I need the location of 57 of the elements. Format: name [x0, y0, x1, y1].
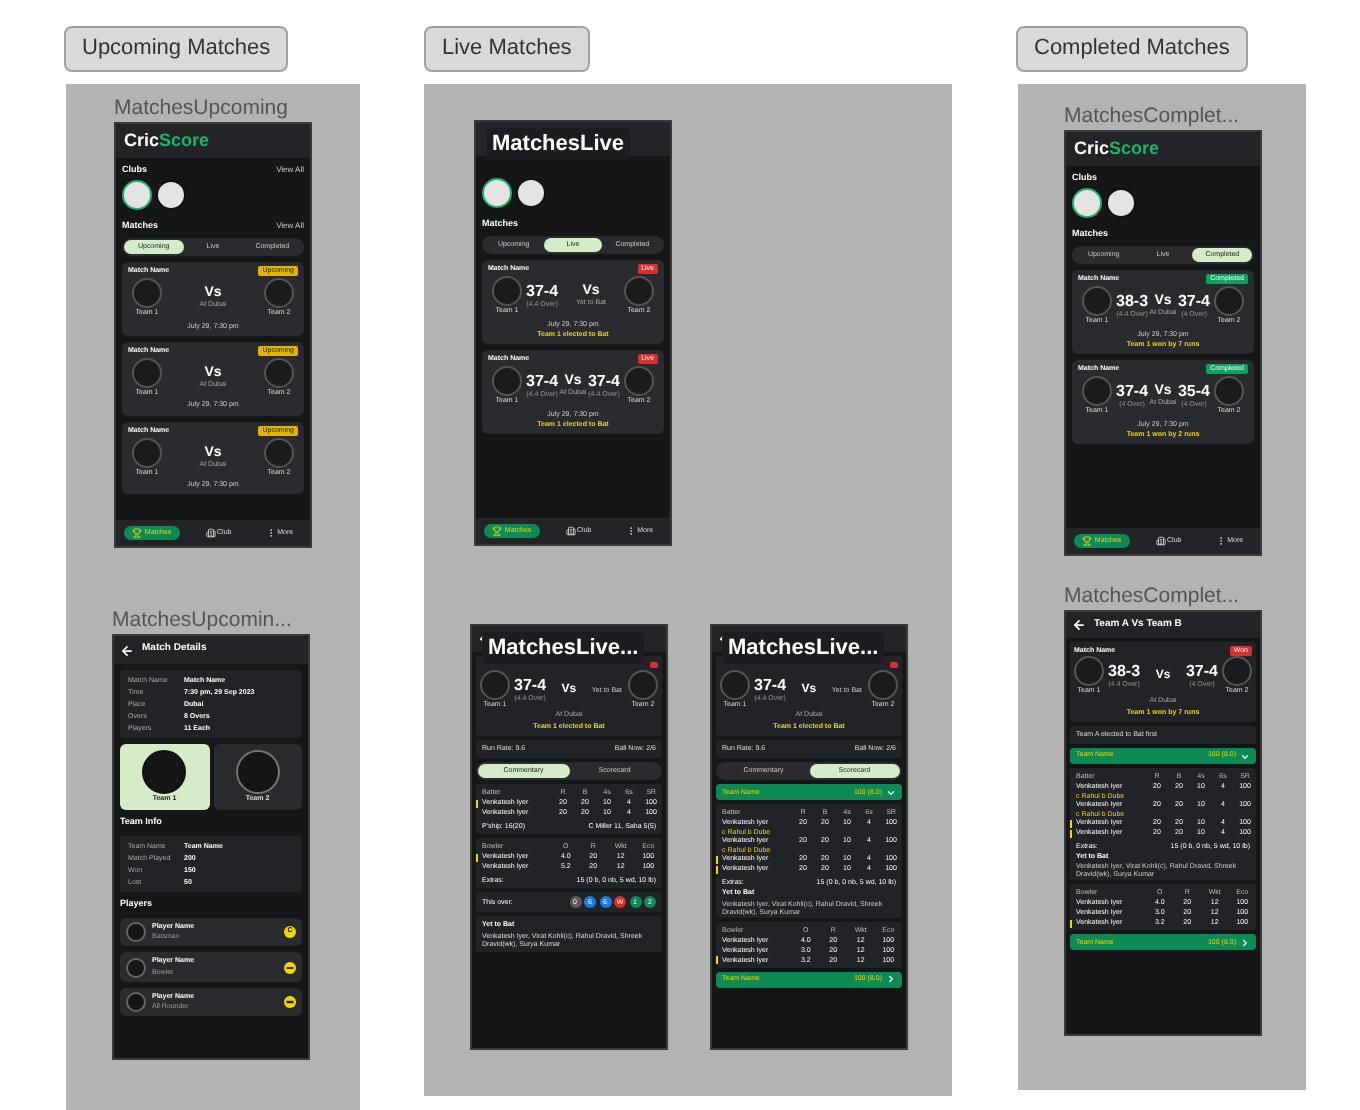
team-score: 35-4	[1177, 383, 1210, 400]
team-logo	[624, 366, 654, 397]
trophy-icon	[1082, 536, 1093, 546]
frame-label: MatchesUpcoming	[114, 96, 288, 122]
team-logo	[492, 276, 522, 307]
trophy-icon	[132, 528, 143, 538]
frame-label: MatchesLive	[486, 128, 631, 160]
team-logo	[264, 278, 294, 309]
club-avatar[interactable]	[482, 178, 512, 208]
building-icon	[205, 528, 216, 538]
team-logo	[1214, 376, 1244, 407]
team-score: 38-3	[1116, 293, 1149, 310]
striker-marker	[716, 956, 718, 964]
frame-label: MatchesComplet...	[1064, 104, 1240, 130]
frame-label: MatchesUpcomin...	[112, 608, 292, 634]
team-logo	[132, 278, 162, 309]
team-score: 37-4	[514, 677, 547, 693]
team-score: 37-4	[1177, 293, 1210, 310]
striker-marker	[476, 799, 478, 808]
team-logo	[1082, 286, 1112, 317]
section-tag: Live Matches	[424, 26, 590, 71]
back-icon[interactable]	[1072, 618, 1086, 632]
team-logo	[132, 358, 162, 388]
trophy-icon	[492, 526, 503, 536]
team-score: 37-4	[587, 373, 620, 390]
club-avatar[interactable]	[1106, 188, 1136, 218]
frame-label: MatchesLive...	[482, 632, 645, 664]
team-logo	[142, 750, 187, 794]
club-avatar[interactable]	[516, 178, 546, 208]
club-avatar[interactable]	[1072, 188, 1102, 218]
striker-marker	[1070, 919, 1072, 928]
section-tag: Completed Matches	[1016, 26, 1248, 71]
team-score: 37-4	[1185, 663, 1218, 679]
team-logo	[264, 358, 294, 388]
club-avatar[interactable]	[156, 180, 186, 210]
app-logo: CricScore	[124, 132, 210, 150]
frame-label: MatchesComplet...	[1064, 584, 1240, 610]
team-logo	[132, 437, 162, 468]
section-tag: Upcoming Matches	[64, 26, 289, 71]
team-logo	[235, 750, 280, 794]
team-score: 37-4	[1116, 383, 1149, 400]
frame-label: MatchesLive...	[722, 632, 885, 664]
team-logo	[1214, 286, 1244, 317]
back-icon[interactable]	[120, 643, 134, 657]
team-score: 38-3	[1108, 663, 1141, 679]
club-avatar[interactable]	[122, 180, 152, 210]
building-icon	[1155, 536, 1166, 546]
team-logo	[1082, 376, 1112, 407]
team-score: 37-4	[754, 677, 787, 693]
team-score: 37-4	[526, 283, 559, 300]
team-score: 37-4	[526, 373, 559, 390]
team-logo	[492, 366, 522, 397]
striker-marker	[476, 853, 478, 862]
team-logo	[264, 437, 294, 468]
team-logo	[623, 276, 654, 307]
app-logo: CricScore	[1074, 140, 1160, 158]
building-icon	[565, 526, 576, 536]
